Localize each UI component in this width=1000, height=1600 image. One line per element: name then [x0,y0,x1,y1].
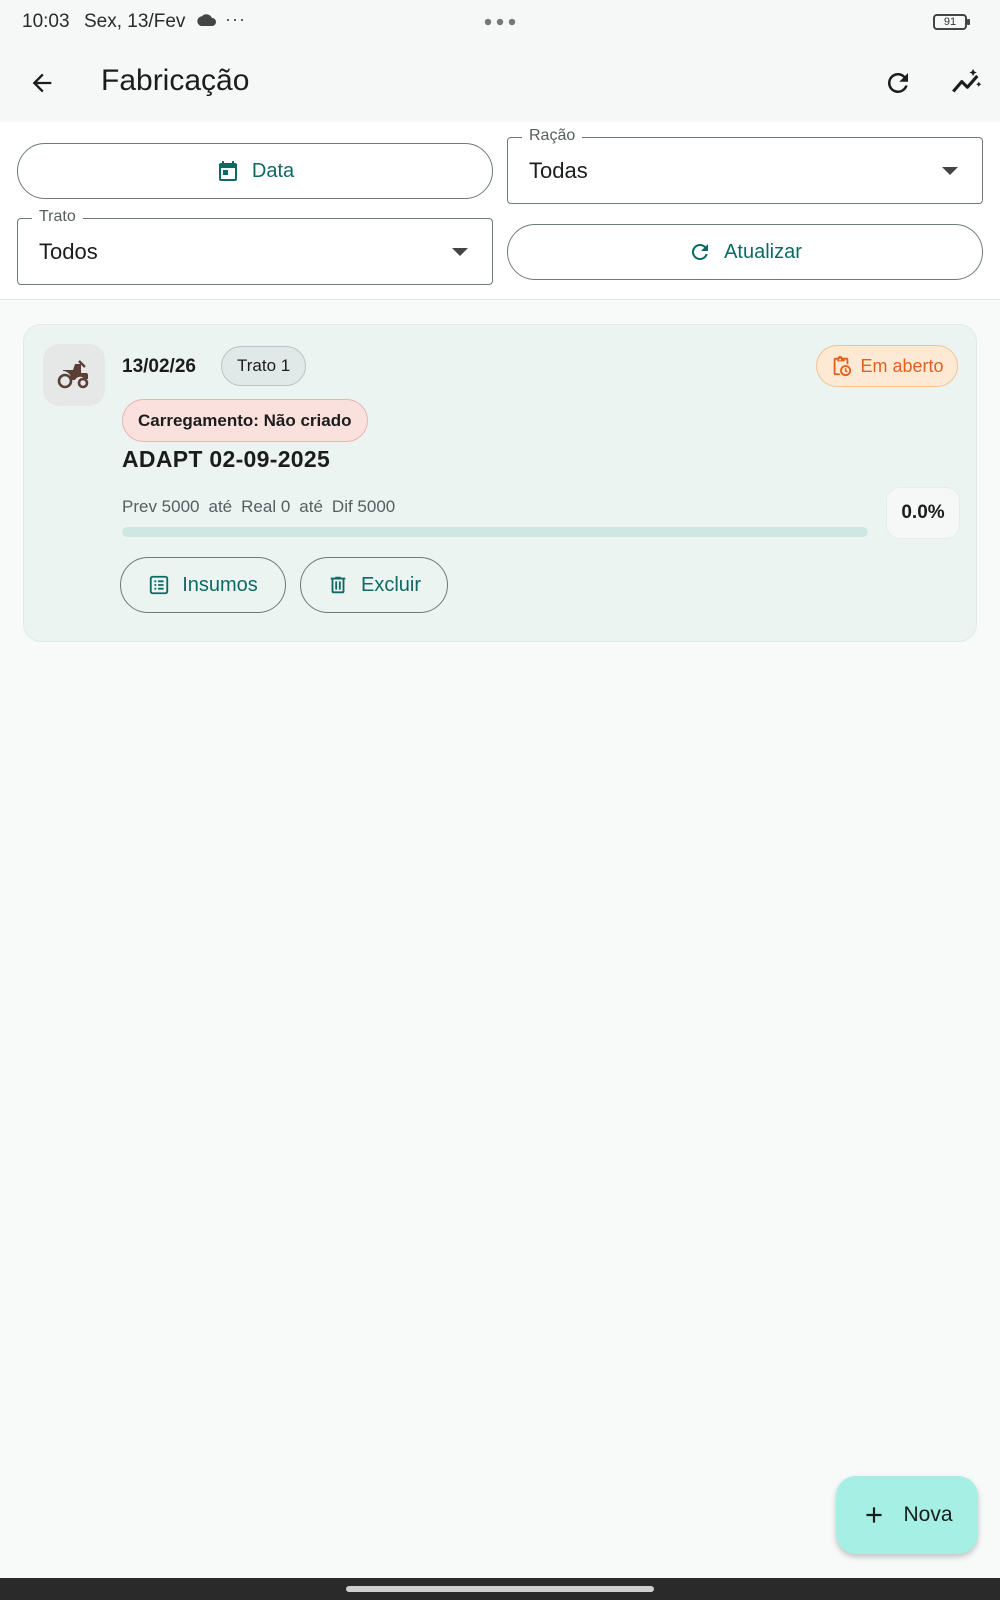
metrics-line: Prev 5000 até Real 0 até Dif 5000 [122,497,395,517]
racao-select[interactable]: Ração Todas [507,127,983,204]
status-date: Sex, 13/Fev [84,11,186,32]
page-title: Fabricação [101,64,250,97]
system-nav-bar [0,1578,1000,1600]
metric-real: Real 0 [241,497,291,516]
trato-select[interactable]: Trato Todos [17,208,493,285]
trato-select-label: Trato [32,208,83,226]
calendar-icon [218,161,237,181]
racao-select-value: Todas [529,158,588,183]
date-filter-button[interactable]: Data [17,143,493,199]
metric-prev: Prev 5000 [122,497,200,516]
update-button[interactable]: Atualizar [507,224,983,280]
arrow-back-icon [32,73,52,93]
insights-button[interactable] [946,63,986,103]
racao-select-label: Ração [522,127,583,145]
trash-icon [330,576,346,594]
tractor-icon [57,360,89,389]
update-button-label: Atualizar [724,240,802,263]
racao-name: ADAPT 02-09-2025 [122,446,331,472]
status-more: ··· [225,9,246,29]
dropdown-arrow-icon [942,167,958,175]
back-button[interactable] [22,63,62,103]
excluir-button-label: Excluir [360,573,421,596]
metric-separator: até [208,497,233,516]
status-bar: 10:03 Sex, 13/Fev ··· 91 [0,0,1000,44]
progress-percent: 0.0% [886,487,960,539]
cloud-icon [197,14,216,26]
filters-panel: Data Ração Todas Trato Todos Atualizar [0,122,1000,300]
carregamento-chip: Carregamento: Não criado [122,399,368,442]
card-avatar [43,344,105,406]
status-label: Em aberto [860,355,944,376]
list-icon [150,575,169,595]
app-bar: Fabricação [0,44,1000,122]
date-filter-label: Data [251,159,295,182]
excluir-button[interactable]: Excluir [300,557,448,613]
status-badge: Em aberto [816,345,958,387]
battery-icon: 91 [933,14,970,30]
insumos-button[interactable]: Insumos [120,557,286,613]
insumos-button-label: Insumos [182,573,258,596]
status-time: 10:03 [22,11,70,32]
refresh-icon [887,72,908,93]
new-fab-button[interactable]: Nova [836,1476,978,1554]
refresh-icon [692,243,709,260]
metric-dif: Dif 5000 [331,497,396,516]
home-handle[interactable] [346,1586,654,1592]
fab-label: Nova [903,1503,953,1526]
card-date: 13/02/26 [122,356,196,377]
auto-graph-icon [952,68,982,93]
refresh-button[interactable] [878,63,918,103]
multiwindow-dots-icon[interactable] [484,18,516,26]
metric-separator: até [299,497,323,516]
trato-chip: Trato 1 [221,346,307,386]
add-icon [866,1507,883,1523]
production-card[interactable]: 13/02/26 Trato 1 Em aberto Carregamento:… [23,324,977,642]
pending-clipboard-icon [834,355,852,377]
progress-bar [122,527,868,537]
trato-select-value: Todos [39,239,98,264]
dropdown-arrow-icon [452,248,468,256]
